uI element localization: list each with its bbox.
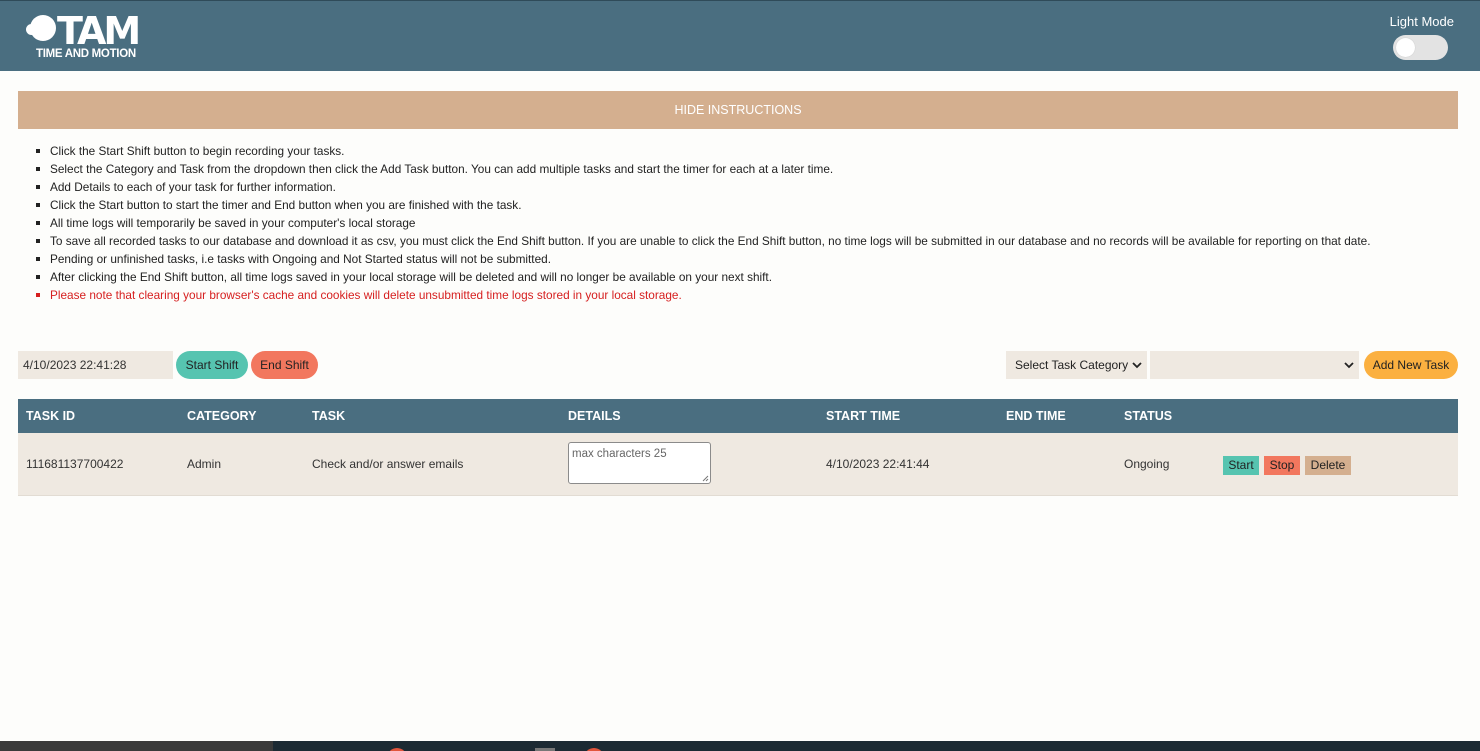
resize-grip-icon[interactable] — [701, 474, 709, 482]
column-header-start-time: START TIME — [826, 409, 901, 423]
column-header-details: DETAILS — [568, 409, 621, 423]
column-header-end-time: END TIME — [1006, 409, 1066, 423]
instructions-list: Click the Start Shift button to begin re… — [36, 142, 1456, 304]
shift-datetime-field[interactable]: 4/10/2023 22:41:28 — [18, 351, 173, 379]
details-textarea[interactable]: max characters 25 — [568, 442, 711, 484]
instruction-item: Select the Category and Task from the dr… — [36, 160, 1456, 178]
column-header-category: CATEGORY — [187, 409, 257, 423]
chevron-down-icon — [1344, 362, 1354, 369]
add-new-task-button[interactable]: Add New Task — [1364, 351, 1458, 379]
instruction-item: Click the Start button to start the time… — [36, 196, 1456, 214]
logo-title: TAM — [57, 9, 141, 53]
column-header-task: TASK — [312, 409, 346, 423]
tam-logo[interactable]: TAM TIME AND MOTION — [24, 9, 154, 63]
chevron-down-icon — [1132, 362, 1142, 369]
instruction-warning: Please note that clearing your browser's… — [36, 286, 1456, 304]
table-row: 111681137700422 Admin Check and/or answe… — [18, 433, 1458, 496]
task-stop-button[interactable]: Stop — [1264, 456, 1300, 475]
app-header: TAM TIME AND MOTION Light Mode — [0, 0, 1480, 71]
taskbar-search-area[interactable] — [0, 741, 273, 751]
end-shift-button[interactable]: End Shift — [251, 351, 318, 379]
light-mode-label: Light Mode — [1389, 14, 1454, 29]
hide-instructions-button[interactable]: HIDE INSTRUCTIONS — [18, 91, 1458, 129]
start-shift-button[interactable]: Start Shift — [176, 351, 248, 379]
light-mode-toggle[interactable] — [1393, 35, 1448, 60]
task-delete-button[interactable]: Delete — [1305, 456, 1351, 475]
instruction-item: To save all recorded tasks to our databa… — [36, 232, 1456, 250]
instruction-item: After clicking the End Shift button, all… — [36, 268, 1456, 286]
instruction-item: Add Details to each of your task for fur… — [36, 178, 1456, 196]
task-category-select-value: Select Task Category — [1015, 358, 1129, 372]
column-header-status: STATUS — [1124, 409, 1173, 423]
task-select[interactable] — [1150, 351, 1359, 379]
column-header-task-id: TASK ID — [26, 409, 76, 423]
task-start-button[interactable]: Start — [1223, 456, 1259, 475]
instruction-item: Click the Start Shift button to begin re… — [36, 142, 1456, 160]
toggle-knob — [1396, 38, 1415, 57]
details-placeholder: max characters 25 — [572, 448, 667, 460]
cell-status: Ongoing — [1124, 457, 1170, 471]
task-category-select[interactable]: Select Task Category — [1006, 351, 1147, 379]
task-table-header: TASK ID CATEGORY TASK DETAILS START TIME… — [18, 399, 1458, 433]
logo-subtitle: TIME AND MOTION — [36, 48, 136, 60]
cell-task-id: 111681137700422 — [26, 457, 124, 471]
instruction-item: All time logs will temporarily be saved … — [36, 214, 1456, 232]
cell-category: Admin — [187, 457, 222, 471]
logo-circle — [30, 15, 56, 41]
cell-start-time: 4/10/2023 22:41:44 — [826, 457, 930, 471]
os-taskbar — [0, 741, 1480, 751]
instruction-item: Pending or unfinished tasks, i.e tasks w… — [36, 250, 1456, 268]
cell-task: Check and/or answer emails — [312, 457, 464, 471]
